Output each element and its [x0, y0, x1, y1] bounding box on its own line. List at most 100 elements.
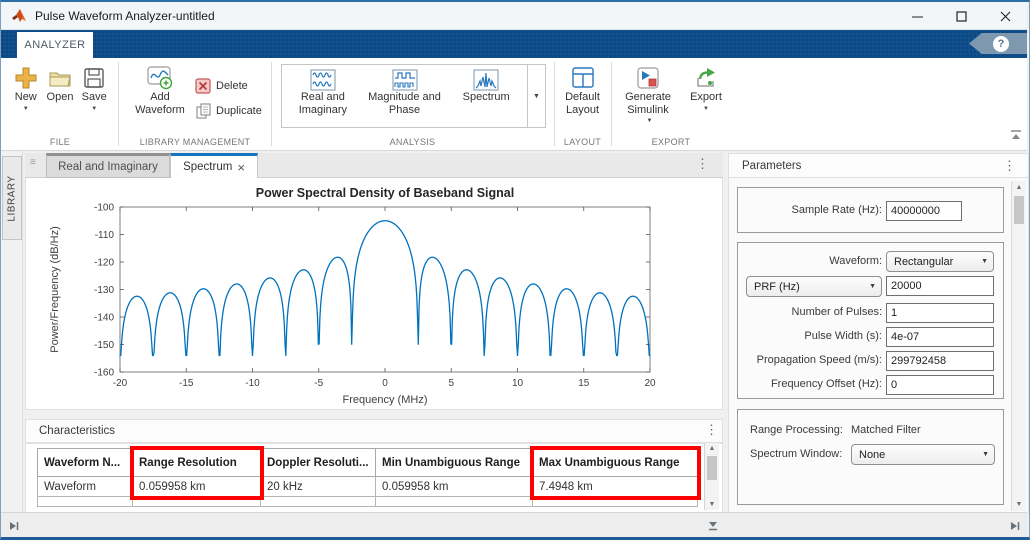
svg-text:-140: -140 [94, 313, 114, 324]
parameters-scrollbar[interactable]: ▲ ▼ [1011, 181, 1026, 511]
svg-text:0: 0 [382, 378, 388, 389]
real-and-imaginary-button[interactable]: Real and Imaginary [282, 65, 364, 127]
window-title: Pulse Waveform Analyzer-untitled [35, 9, 215, 23]
svg-text:5: 5 [448, 378, 454, 389]
waveform-caret-icon: ▼ [981, 258, 988, 265]
characteristics-column-header[interactable]: Range Resolution [133, 449, 261, 477]
scroll-up-icon[interactable]: ▲ [705, 445, 719, 452]
tab-bar-grip-icon[interactable]: ≡ [30, 157, 36, 168]
export-label: Export [690, 91, 722, 104]
new-label: New [15, 91, 37, 104]
spectrum-window-caret-icon: ▼ [982, 451, 989, 458]
collapse-ribbon-icon [1009, 129, 1023, 141]
bottom-strip [1, 512, 1027, 538]
svg-text:Frequency (MHz): Frequency (MHz) [343, 394, 428, 406]
minimize-button[interactable] [895, 2, 939, 30]
new-button[interactable]: New ▼ [13, 65, 39, 113]
add-waveform-label: Add Waveform [131, 91, 189, 116]
scroll-down-icon[interactable]: ▼ [1012, 501, 1026, 508]
figure-panel-menu-icon[interactable]: ⋮ [696, 157, 709, 170]
library-panel-tab[interactable]: LIBRARY [2, 156, 22, 240]
close-icon [1000, 11, 1011, 22]
scroll-up-icon[interactable]: ▲ [1012, 184, 1026, 191]
characteristics-column-header[interactable]: Doppler Resoluti... [261, 449, 376, 477]
waveform-group: Waveform: Rectangular ▼ PRF (Hz) ▼ Numbe… [737, 242, 1004, 399]
scroll-down-icon[interactable]: ▼ [705, 501, 719, 508]
generate-simulink-button[interactable]: Generate Simulink ▼ [615, 65, 681, 125]
characteristics-column-header[interactable]: Max Unambiguous Range [533, 449, 698, 477]
app-window: Pulse Waveform Analyzer-untitled ANALYZE… [0, 0, 1030, 540]
gallery-caret-icon: ▼ [533, 93, 540, 100]
library-panel-strip: LIBRARY [1, 151, 23, 512]
scrollbar-thumb[interactable] [707, 456, 717, 480]
spectrum-window-dropdown[interactable]: None ▼ [851, 444, 995, 465]
pulse-width-label: Pulse Width (s): [738, 330, 882, 342]
collapse-parameters-icon[interactable] [1009, 520, 1021, 532]
table-cell[interactable]: 7.4948 km [533, 477, 698, 497]
spectrum-window-label: Spectrum Window: [750, 448, 842, 460]
number-of-pulses-input[interactable] [886, 303, 994, 323]
toolbar-section-analysis: Real and Imaginary Magnitude and Phase [271, 58, 554, 150]
svg-text:-130: -130 [94, 285, 114, 296]
magnitude-and-phase-button[interactable]: Magnitude and Phase [364, 65, 446, 127]
minimize-characteristics-icon[interactable] [707, 520, 719, 532]
table-cell[interactable]: 20 kHz [261, 477, 376, 497]
save-button[interactable]: Save ▼ [81, 65, 107, 113]
svg-text:-100: -100 [94, 203, 114, 214]
svg-text:20: 20 [644, 378, 656, 389]
table-cell[interactable]: 0.059958 km [133, 477, 261, 497]
duplicate-icon [195, 103, 211, 119]
duplicate-button[interactable]: Duplicate [195, 103, 262, 119]
maximize-button[interactable] [939, 2, 983, 30]
minimize-ribbon-button[interactable] [1009, 128, 1023, 146]
tab-spectrum[interactable]: Spectrum × [170, 153, 258, 178]
matlab-logo-icon [11, 8, 27, 24]
export-button[interactable]: Export ▼ [685, 65, 727, 113]
sample-rate-input[interactable] [886, 201, 962, 221]
document-tab-bar: ≡ Real and Imaginary Spectrum × ⋮ [25, 153, 723, 178]
characteristics-column-header[interactable]: Min Unambiguous Range [376, 449, 533, 477]
toolbar-section-library-management: Add Waveform Delete Duplicate [119, 58, 271, 150]
ribbon-tab-bar: ANALYZER ? [1, 30, 1027, 58]
delete-icon [195, 78, 211, 94]
pulse-width-input[interactable] [886, 327, 994, 347]
analysis-gallery-dropdown[interactable]: ▼ [527, 65, 545, 127]
tab-close-icon[interactable]: × [237, 161, 245, 174]
open-button[interactable]: Open [47, 65, 74, 113]
range-processing-value: Matched Filter [851, 424, 921, 436]
table-row[interactable]: Waveform0.059958 km20 kHz0.059958 km7.49… [38, 477, 698, 497]
add-waveform-button[interactable]: Add Waveform [131, 65, 189, 116]
waveform-dropdown[interactable]: Rectangular ▼ [886, 251, 994, 272]
prf-input[interactable] [886, 276, 994, 296]
help-button[interactable]: ? [969, 33, 1027, 54]
generate-simulink-label: Generate Simulink [615, 91, 681, 116]
tab-real-and-imaginary[interactable]: Real and Imaginary [46, 153, 170, 178]
parameters-menu-icon[interactable]: ⋮ [1003, 159, 1016, 172]
expand-library-icon[interactable] [8, 520, 20, 532]
table-cell[interactable]: 0.059958 km [376, 477, 533, 497]
close-button[interactable] [983, 2, 1027, 30]
frequency-offset-input[interactable] [886, 375, 994, 395]
minimize-icon [912, 11, 923, 22]
export-caret-icon: ▼ [703, 106, 709, 113]
propagation-speed-input[interactable] [886, 351, 994, 371]
table-cell[interactable]: Waveform [38, 477, 133, 497]
characteristics-column-header[interactable]: Waveform N... [38, 449, 133, 477]
sample-rate-group: Sample Rate (Hz): [737, 187, 1004, 233]
characteristics-scrollbar[interactable]: ▲ ▼ [704, 443, 719, 510]
section-label-export: EXPORT [611, 137, 731, 147]
ribbon-tab-analyzer[interactable]: ANALYZER [17, 32, 93, 58]
new-plus-icon [13, 65, 39, 91]
section-label-layout: LAYOUT [554, 137, 611, 147]
prf-dropdown[interactable]: PRF (Hz) ▼ [746, 276, 882, 297]
spectrum-button[interactable]: Spectrum [445, 65, 527, 127]
save-dropdown-caret-icon: ▼ [91, 106, 97, 113]
svg-text:-5: -5 [314, 378, 323, 389]
scrollbar-thumb[interactable] [1014, 196, 1024, 224]
generate-simulink-icon [635, 65, 661, 91]
prf-label: PRF (Hz) [754, 281, 800, 293]
waveform-value: Rectangular [894, 256, 953, 268]
delete-button[interactable]: Delete [195, 78, 248, 94]
magnitude-and-phase-icon [391, 69, 419, 91]
default-layout-button[interactable]: Default Layout [557, 65, 608, 116]
